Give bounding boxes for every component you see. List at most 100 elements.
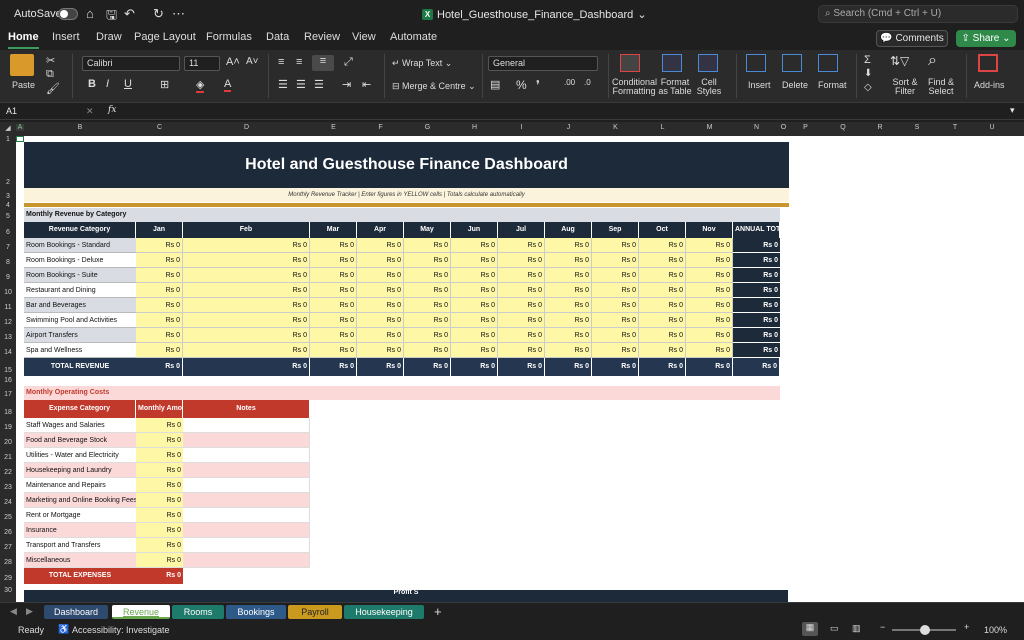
sheet-tab-revenue[interactable]: Revenue bbox=[112, 605, 170, 619]
expense-input-cell[interactable]: Rs 0 bbox=[136, 463, 183, 478]
row-header[interactable]: 2 bbox=[0, 179, 16, 186]
revenue-input-cell[interactable]: Rs 0 bbox=[592, 343, 639, 358]
revenue-category[interactable]: Bar and Beverages bbox=[24, 298, 136, 313]
column-header[interactable]: E bbox=[310, 124, 357, 131]
row-header[interactable]: 19 bbox=[0, 424, 16, 431]
revenue-input-cell[interactable]: Rs 0 bbox=[451, 238, 498, 253]
delete-cells-icon[interactable] bbox=[782, 54, 802, 72]
revenue-input-cell[interactable]: Rs 0 bbox=[136, 253, 183, 268]
revenue-input-cell[interactable]: Rs 0 bbox=[183, 253, 310, 268]
more-icon[interactable]: ⋯ bbox=[172, 6, 185, 22]
scroll-left-icon[interactable]: ◀ bbox=[10, 606, 17, 617]
revenue-input-cell[interactable]: Rs 0 bbox=[592, 328, 639, 343]
row-header[interactable]: 6 bbox=[0, 229, 16, 236]
revenue-input-cell[interactable]: Rs 0 bbox=[404, 298, 451, 313]
underline-icon[interactable]: U bbox=[124, 78, 132, 90]
revenue-input-cell[interactable]: Rs 0 bbox=[686, 328, 733, 343]
row-header[interactable]: 12 bbox=[0, 319, 16, 326]
delete-button[interactable]: Delete bbox=[782, 80, 808, 90]
sheet-tab-housekeeping[interactable]: Housekeeping bbox=[344, 605, 424, 619]
revenue-input-cell[interactable]: Rs 0 bbox=[136, 298, 183, 313]
revenue-category[interactable]: Spa and Wellness bbox=[24, 343, 136, 358]
tab-home[interactable]: Home bbox=[8, 31, 39, 49]
revenue-input-cell[interactable]: Rs 0 bbox=[451, 253, 498, 268]
annual-total-cell[interactable]: Rs 0 bbox=[733, 298, 780, 313]
total-revenue-cell[interactable]: Rs 0 bbox=[545, 358, 592, 376]
revenue-input-cell[interactable]: Rs 0 bbox=[686, 283, 733, 298]
expense-category[interactable]: Miscellaneous bbox=[24, 553, 136, 568]
number-format-select[interactable]: General bbox=[488, 56, 598, 71]
expense-input-cell[interactable]: Rs 0 bbox=[136, 418, 183, 433]
row-header[interactable]: 3 bbox=[0, 193, 16, 200]
revenue-input-cell[interactable]: Rs 0 bbox=[592, 268, 639, 283]
row-header[interactable]: 28 bbox=[0, 559, 16, 566]
notes-cell[interactable] bbox=[183, 478, 310, 493]
revenue-input-cell[interactable]: Rs 0 bbox=[592, 253, 639, 268]
row-header[interactable]: 22 bbox=[0, 469, 16, 476]
revenue-input-cell[interactable]: Rs 0 bbox=[310, 298, 357, 313]
cut-icon[interactable]: ✂ bbox=[46, 54, 55, 67]
worksheet-grid[interactable]: Hotel and Guesthouse Finance Dashboard M… bbox=[16, 136, 1024, 602]
revenue-input-cell[interactable]: Rs 0 bbox=[357, 343, 404, 358]
revenue-input-cell[interactable]: Rs 0 bbox=[310, 268, 357, 283]
row-header[interactable]: 20 bbox=[0, 439, 16, 446]
revenue-input-cell[interactable]: Rs 0 bbox=[686, 238, 733, 253]
revenue-input-cell[interactable]: Rs 0 bbox=[686, 298, 733, 313]
borders-icon[interactable]: ⊞ bbox=[160, 78, 169, 91]
expense-input-cell[interactable]: Rs 0 bbox=[136, 433, 183, 448]
conditional-formatting-icon[interactable] bbox=[620, 54, 640, 72]
tab-review[interactable]: Review bbox=[304, 31, 340, 43]
revenue-input-cell[interactable]: Rs 0 bbox=[310, 328, 357, 343]
tab-data[interactable]: Data bbox=[266, 31, 289, 43]
cell-styles-button[interactable]: Cell Styles bbox=[694, 78, 724, 96]
align-center-icon[interactable]: ☰ bbox=[296, 78, 306, 91]
revenue-input-cell[interactable]: Rs 0 bbox=[498, 238, 545, 253]
total-revenue-cell[interactable]: Rs 0 bbox=[136, 358, 183, 376]
row-header[interactable]: 16 bbox=[0, 377, 16, 384]
expense-category[interactable]: Transport and Transfers bbox=[24, 538, 136, 553]
total-expenses-cell[interactable]: Rs 0 bbox=[136, 568, 183, 584]
revenue-input-cell[interactable]: Rs 0 bbox=[310, 253, 357, 268]
zoom-level[interactable]: 100% bbox=[984, 625, 1007, 635]
total-revenue-cell[interactable]: Rs 0 bbox=[183, 358, 310, 376]
clear-icon[interactable]: ◇ bbox=[864, 82, 872, 93]
column-header[interactable]: D bbox=[183, 124, 310, 131]
expense-category[interactable]: Staff Wages and Salaries bbox=[24, 418, 136, 433]
column-header[interactable]: S bbox=[898, 124, 936, 131]
home-icon[interactable]: ⌂ bbox=[86, 6, 94, 21]
column-header[interactable]: Q bbox=[824, 124, 862, 131]
expense-category[interactable]: Food and Beverage Stock bbox=[24, 433, 136, 448]
normal-view-icon[interactable]: ▦ bbox=[802, 622, 818, 636]
sort-filter-icon[interactable]: ⇅▽ bbox=[890, 54, 909, 68]
revenue-input-cell[interactable]: Rs 0 bbox=[498, 298, 545, 313]
annual-total-cell[interactable]: Rs 0 bbox=[733, 268, 780, 283]
revenue-input-cell[interactable]: Rs 0 bbox=[404, 328, 451, 343]
copy-icon[interactable]: ⧉ bbox=[46, 68, 54, 81]
row-header[interactable]: 29 bbox=[0, 575, 16, 582]
currency-icon[interactable]: ▤ bbox=[490, 78, 500, 91]
expense-input-cell[interactable]: Rs 0 bbox=[136, 538, 183, 553]
row-header[interactable]: 24 bbox=[0, 499, 16, 506]
revenue-input-cell[interactable]: Rs 0 bbox=[183, 268, 310, 283]
revenue-input-cell[interactable]: Rs 0 bbox=[451, 298, 498, 313]
revenue-input-cell[interactable]: Rs 0 bbox=[310, 343, 357, 358]
total-revenue-cell[interactable]: Rs 0 bbox=[404, 358, 451, 376]
format-painter-icon[interactable]: 🖌 bbox=[46, 82, 60, 95]
column-header[interactable]: H bbox=[451, 124, 498, 131]
revenue-input-cell[interactable]: Rs 0 bbox=[639, 253, 686, 268]
revenue-input-cell[interactable]: Rs 0 bbox=[136, 268, 183, 283]
revenue-category[interactable]: Room Bookings - Deluxe bbox=[24, 253, 136, 268]
comma-icon[interactable]: ❜ bbox=[536, 78, 540, 92]
align-right-icon[interactable]: ☰ bbox=[314, 78, 324, 91]
expense-category[interactable]: Housekeeping and Laundry bbox=[24, 463, 136, 478]
autosum-icon[interactable]: Σ bbox=[864, 54, 871, 66]
column-header[interactable]: T bbox=[936, 124, 974, 131]
expense-input-cell[interactable]: Rs 0 bbox=[136, 508, 183, 523]
active-cell-a1[interactable] bbox=[16, 136, 24, 142]
revenue-input-cell[interactable]: Rs 0 bbox=[404, 268, 451, 283]
align-middle-icon[interactable]: ≡ bbox=[296, 56, 302, 68]
total-expenses-label[interactable]: TOTAL EXPENSES bbox=[24, 568, 136, 584]
increase-font-icon[interactable]: A˄ bbox=[226, 56, 240, 68]
wrap-text-button[interactable]: ↵ Wrap Text ⌄ bbox=[392, 58, 452, 69]
percent-icon[interactable]: % bbox=[516, 78, 527, 92]
